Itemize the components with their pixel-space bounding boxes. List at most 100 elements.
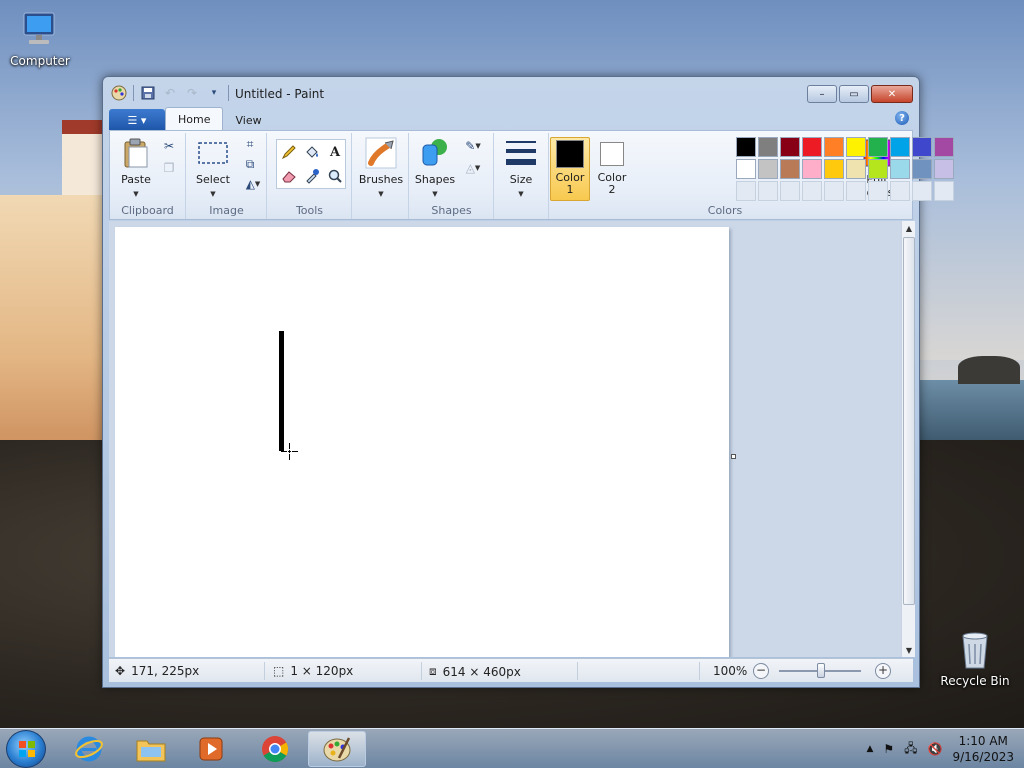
taskbar-paint[interactable]: [308, 731, 366, 767]
palette-color-swatch[interactable]: [758, 159, 778, 179]
brushes-button[interactable]: Brushes ▼: [357, 137, 405, 201]
palette-color-swatch[interactable]: [890, 159, 910, 179]
group-label: Tools: [295, 204, 324, 217]
shapes-button[interactable]: Shapes ▼: [414, 137, 456, 201]
fill-bucket-icon[interactable]: [301, 141, 323, 163]
pencil-icon[interactable]: [278, 141, 300, 163]
tab-view[interactable]: View: [223, 109, 273, 131]
title-bar[interactable]: ↶ ↷ ▾ Untitled - Paint – ▭ ✕: [103, 77, 919, 107]
maximize-button[interactable]: ▭: [839, 85, 869, 103]
palette-color-swatch[interactable]: [802, 137, 822, 157]
palette-color-swatch[interactable]: [736, 137, 756, 157]
palette-empty-swatch[interactable]: [868, 181, 888, 201]
palette-color-swatch[interactable]: [846, 159, 866, 179]
canvas-size: ⧈ 614 × 460px: [429, 664, 521, 679]
color1-button[interactable]: Color 1: [550, 137, 590, 201]
clock[interactable]: 1:10 AM 9/16/2023: [952, 733, 1014, 765]
canvas-resize-handle[interactable]: [731, 454, 736, 459]
palette-empty-swatch[interactable]: [736, 181, 756, 201]
palette-empty-swatch[interactable]: [802, 181, 822, 201]
volume-muted-icon[interactable]: 🔇: [928, 742, 943, 756]
zoom-out-button[interactable]: −: [753, 663, 769, 679]
copy-icon[interactable]: ❐: [160, 159, 178, 177]
text-tool-icon[interactable]: A: [324, 141, 346, 163]
palette-color-swatch[interactable]: [868, 137, 888, 157]
palette-empty-swatch[interactable]: [780, 181, 800, 201]
palette-empty-swatch[interactable]: [758, 181, 778, 201]
brushes-label: Brushes: [358, 173, 404, 186]
window-controls: – ▭ ✕: [807, 85, 913, 103]
select-label: Select: [196, 173, 230, 186]
size-button[interactable]: Size ▼: [501, 137, 541, 201]
save-icon[interactable]: [140, 85, 156, 101]
tab-home[interactable]: Home: [165, 107, 224, 131]
zoom-slider-thumb[interactable]: [817, 663, 825, 678]
palette-empty-swatch[interactable]: [890, 181, 910, 201]
paint-menu-button[interactable]: ☰ ▾: [109, 109, 165, 131]
outline-icon[interactable]: ✎ ▼: [460, 137, 486, 155]
palette-color-swatch[interactable]: [890, 137, 910, 157]
palette-color-swatch[interactable]: [912, 137, 932, 157]
action-center-flag-icon[interactable]: ⚑: [883, 742, 894, 756]
scroll-up-icon[interactable]: ▲: [902, 221, 916, 235]
taskbar-file-explorer[interactable]: [122, 731, 180, 767]
palette-color-swatch[interactable]: [780, 159, 800, 179]
vertical-scrollbar[interactable]: ▲ ▼: [901, 221, 915, 657]
palette-color-swatch[interactable]: [934, 137, 954, 157]
brush-icon: [365, 137, 397, 169]
shapes-icon: [422, 139, 447, 166]
palette-empty-swatch[interactable]: [846, 181, 866, 201]
drawing-canvas[interactable]: [115, 227, 729, 657]
internet-explorer-icon: [75, 736, 103, 762]
media-player-icon: [199, 737, 223, 761]
close-button[interactable]: ✕: [871, 85, 913, 103]
palette-empty-swatch[interactable]: [824, 181, 844, 201]
palette-color-swatch[interactable]: [868, 159, 888, 179]
palette-color-swatch[interactable]: [824, 137, 844, 157]
palette-empty-swatch[interactable]: [934, 181, 954, 201]
paint-window: ↶ ↷ ▾ Untitled - Paint – ▭ ✕ ☰ ▾ Home Vi…: [102, 76, 954, 688]
fill-icon[interactable]: ◬ ▼: [460, 159, 486, 177]
eraser-icon[interactable]: [278, 165, 300, 187]
palette-color-swatch[interactable]: [780, 137, 800, 157]
show-hidden-icons-icon[interactable]: ▲: [866, 744, 873, 754]
palette-color-swatch[interactable]: [802, 159, 822, 179]
palette-color-swatch[interactable]: [736, 159, 756, 179]
palette-color-swatch[interactable]: [758, 137, 778, 157]
cursor-position: ✥ 171, 225px: [115, 664, 199, 678]
palette-color-swatch[interactable]: [934, 159, 954, 179]
separator: [264, 662, 265, 680]
redo-icon[interactable]: ↷: [184, 85, 200, 101]
desktop-icon-recycle-bin[interactable]: Recycle Bin: [935, 630, 1015, 688]
palette-color-swatch[interactable]: [846, 137, 866, 157]
scroll-down-icon[interactable]: ▼: [902, 643, 916, 657]
network-icon[interactable]: 🖧: [904, 739, 917, 760]
taskbar-chrome[interactable]: [246, 731, 304, 767]
zoom-in-button[interactable]: +: [875, 663, 891, 679]
paint-app-icon[interactable]: [111, 85, 127, 101]
color2-button[interactable]: Color 2: [592, 137, 632, 201]
start-button[interactable]: [6, 730, 46, 768]
scrollbar-thumb[interactable]: [903, 237, 915, 605]
palette-color-swatch[interactable]: [824, 159, 844, 179]
undo-icon[interactable]: ↶: [162, 85, 178, 101]
taskbar-media-player[interactable]: [182, 731, 240, 767]
color-picker-icon[interactable]: [301, 165, 323, 187]
select-button[interactable]: Select ▼: [193, 137, 233, 201]
magnifier-icon[interactable]: [324, 165, 346, 187]
resize-icon[interactable]: ⧉: [241, 155, 259, 173]
paste-button[interactable]: Paste ▼: [116, 137, 156, 201]
selection-size-icon: ⬚: [273, 664, 285, 678]
cut-icon[interactable]: ✂: [160, 137, 178, 155]
desktop-icon-computer[interactable]: Computer: [0, 10, 80, 68]
rotate-icon[interactable]: ◭ ▼: [241, 175, 265, 193]
chevron-down-icon: ▼: [432, 190, 438, 198]
customize-qat-icon[interactable]: ▾: [206, 85, 222, 101]
select-icon: [198, 142, 228, 164]
crop-icon[interactable]: ⌗: [241, 135, 259, 153]
minimize-button[interactable]: –: [807, 85, 837, 103]
palette-color-swatch[interactable]: [912, 159, 932, 179]
taskbar-internet-explorer[interactable]: [60, 731, 118, 767]
help-icon[interactable]: ?: [895, 111, 909, 125]
palette-empty-swatch[interactable]: [912, 181, 932, 201]
